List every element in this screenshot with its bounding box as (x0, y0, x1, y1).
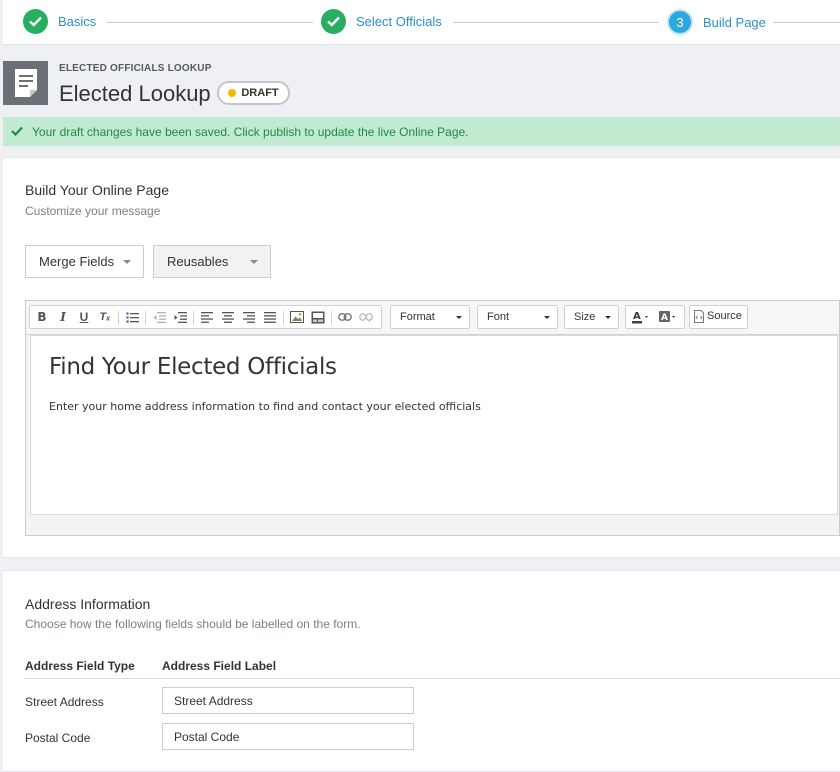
underline-icon[interactable]: U (76, 309, 92, 325)
check-icon (11, 124, 23, 139)
size-combo-label: Size (574, 311, 596, 323)
merge-fields-label: Merge Fields (39, 254, 115, 269)
progress-stepper: Basics Select Officials 3 Build Page (3, 0, 840, 45)
panel-title: Build Your Online Page (25, 182, 169, 198)
step-connector (453, 22, 659, 23)
caret-down-icon (250, 260, 258, 264)
unlink-icon[interactable] (358, 309, 374, 325)
outdent-icon[interactable] (151, 309, 167, 325)
page-title: Elected Lookup (59, 81, 211, 106)
font-combo-label: Font (487, 311, 510, 323)
italic-icon[interactable]: I (55, 309, 71, 325)
build-page-panel: Build Your Online Page Customize your me… (3, 157, 840, 558)
merge-fields-dropdown[interactable]: Merge Fields (25, 245, 144, 278)
remove-format-icon[interactable]: Tₓ (97, 309, 113, 325)
background-color-icon[interactable]: A (658, 309, 680, 325)
step-label: Select Officials (356, 14, 442, 29)
svg-text:A: A (661, 313, 668, 323)
format-combo-label: Format (400, 311, 435, 323)
size-combo[interactable]: Size (564, 305, 619, 329)
check-icon (321, 9, 346, 34)
link-icon[interactable] (337, 309, 353, 325)
step-select-officials[interactable]: Select Officials (321, 9, 442, 34)
address-table-header: Address Field Type Address Field Label (25, 659, 840, 679)
street-address-type-label: Street Address (25, 695, 104, 709)
step-basics[interactable]: Basics (23, 9, 96, 34)
color-button-group: A A (625, 305, 685, 329)
caret-down-icon (544, 316, 550, 319)
caret-down-icon (456, 316, 462, 319)
step-build-page[interactable]: 3 Build Page (667, 9, 766, 35)
column-header: Address Field Type (25, 659, 135, 673)
source-label: Source (707, 310, 742, 322)
svg-text:A: A (633, 311, 641, 322)
image-icon[interactable] (289, 309, 305, 325)
panel-subtitle: Choose how the following fields should b… (25, 617, 361, 631)
editor-toolbar: B I U Tₓ Format Font Size A A Source (26, 301, 839, 335)
success-alert: Your draft changes have been saved. Clic… (3, 117, 840, 146)
status-badge: DRAFT (217, 81, 290, 105)
align-right-icon[interactable] (241, 309, 257, 325)
align-justify-icon[interactable] (262, 309, 278, 325)
status-dot (228, 89, 237, 97)
step-label: Basics (58, 14, 97, 29)
source-button[interactable]: Source (689, 305, 748, 329)
step-label: Build Page (703, 14, 766, 30)
street-address-label-input[interactable] (162, 687, 414, 714)
column-header: Address Field Label (162, 659, 277, 673)
align-center-icon[interactable] (220, 309, 236, 325)
step-connector (773, 22, 840, 23)
postal-code-label-input[interactable] (162, 723, 414, 750)
editor-paragraph: Enter your home address information to f… (49, 400, 481, 413)
panel-title: Address Information (25, 596, 151, 612)
reusables-label: Reusables (167, 254, 229, 269)
align-left-icon[interactable] (199, 309, 215, 325)
postal-code-type-label: Postal Code (25, 731, 91, 745)
panel-subtitle: Customize your message (25, 204, 161, 218)
bulleted-list-icon[interactable] (124, 309, 140, 325)
embed-icon[interactable] (310, 309, 326, 325)
rich-text-editor: B I U Tₓ Format Font Size A A Source Fin… (25, 300, 840, 536)
status-badge-label: DRAFT (241, 87, 279, 99)
toolbar-button-group: B I U Tₓ (29, 305, 382, 329)
alert-message: Your draft changes have been saved. Clic… (32, 124, 469, 139)
text-color-icon[interactable]: A (631, 309, 653, 325)
source-icon (694, 310, 704, 328)
step-number-badge: 3 (667, 9, 693, 35)
step-connector (106, 22, 313, 23)
check-icon (23, 9, 48, 34)
indent-icon[interactable] (172, 309, 188, 325)
editor-content-area[interactable]: Find Your Elected Officials Enter your h… (30, 335, 838, 515)
format-combo[interactable]: Format (390, 305, 470, 329)
address-information-panel: Address Information Choose how the follo… (3, 570, 840, 772)
font-combo[interactable]: Font (477, 305, 558, 329)
reusables-dropdown[interactable]: Reusables (153, 245, 271, 278)
editor-heading: Find Your Elected Officials (49, 354, 337, 380)
bold-icon[interactable]: B (34, 309, 50, 325)
caret-down-icon (605, 316, 611, 319)
page-type-label: ELECTED OFFICIALS LOOKUP (59, 63, 212, 74)
caret-down-icon (123, 260, 131, 264)
document-icon (3, 61, 48, 105)
